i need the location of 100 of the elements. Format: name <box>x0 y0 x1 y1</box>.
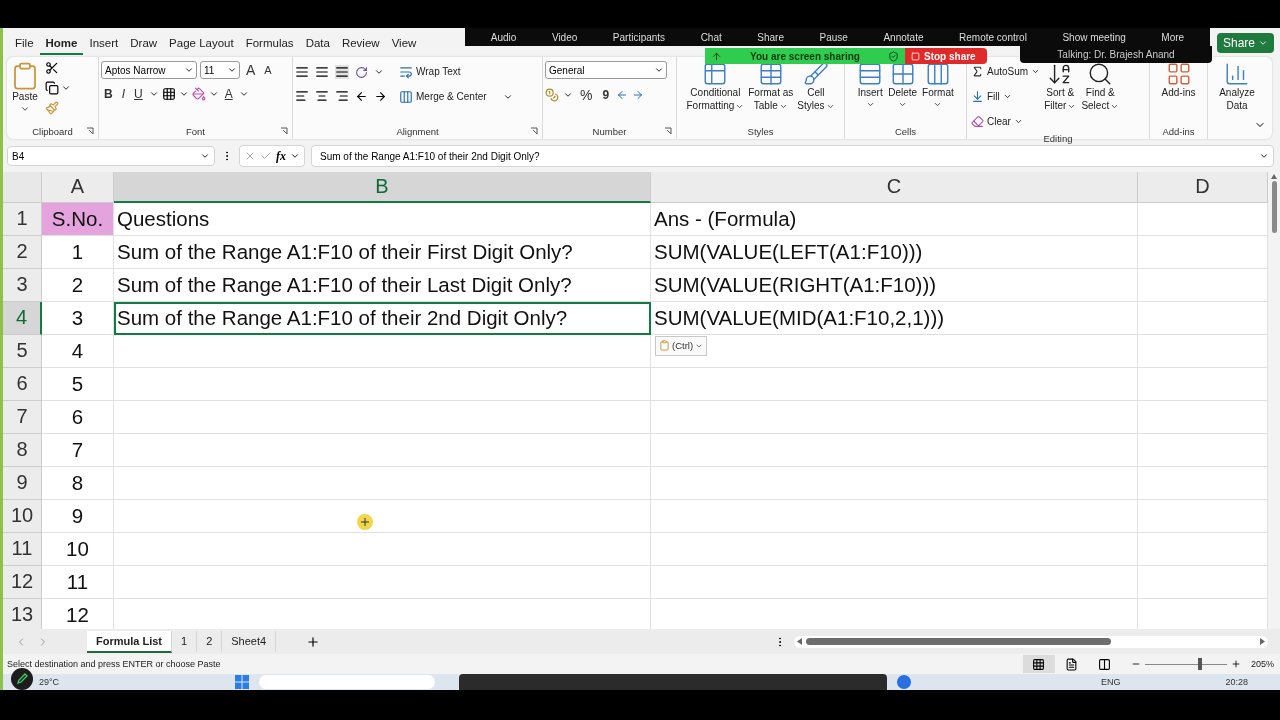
table-cell[interactable] <box>651 466 1138 500</box>
meeting-control[interactable]: Show meeting <box>1062 31 1126 43</box>
table-cell[interactable] <box>114 400 651 434</box>
table-cell[interactable]: 11 <box>42 565 114 599</box>
table-cell[interactable]: 7 <box>42 433 114 467</box>
grow-font-button[interactable]: A <box>243 62 259 79</box>
merge-icon[interactable] <box>399 89 413 104</box>
menu-tab[interactable]: Draw <box>124 30 164 55</box>
slider-thumb[interactable] <box>1197 658 1202 671</box>
zoom-percentage[interactable]: 205% <box>1250 659 1274 670</box>
table-cell[interactable] <box>114 433 651 467</box>
edit-icon[interactable] <box>11 668 33 690</box>
orientation-icon[interactable] <box>355 65 368 79</box>
meeting-control[interactable]: Pause <box>819 31 848 43</box>
menu-tab[interactable]: File <box>9 30 40 55</box>
zoom-in-icon[interactable] <box>1230 659 1241 670</box>
meeting-control[interactable]: Participants <box>612 31 666 43</box>
table-cell[interactable] <box>651 532 1138 566</box>
paste-options-button[interactable]: (Ctrl) <box>655 335 708 356</box>
add-sheet-icon[interactable] <box>306 634 321 649</box>
editing-button[interactable]: AutoSum <box>969 61 1031 83</box>
number-format-select[interactable]: General <box>545 61 667 80</box>
table-cell[interactable]: 9 <box>42 499 114 533</box>
table-cell[interactable] <box>114 466 651 500</box>
meeting-control[interactable]: Share <box>757 31 784 43</box>
row-header[interactable]: 13 <box>3 598 42 629</box>
eraser-icon[interactable] <box>971 115 984 129</box>
scroll-thumb[interactable] <box>1271 180 1277 233</box>
decimal-arrow-icon[interactable] <box>616 89 629 102</box>
scissors-icon[interactable] <box>45 61 59 76</box>
borders-icon[interactable] <box>161 87 176 102</box>
table-cell[interactable]: SUM(VALUE(MID(A1:F10,2,1))) <box>651 301 1138 335</box>
align-left-icon[interactable] <box>295 89 309 104</box>
meeting-control[interactable]: Annotate <box>883 31 924 43</box>
column-header[interactable]: B <box>114 171 651 203</box>
sheet-tab[interactable]: Sheet4 <box>222 630 277 653</box>
table-cell[interactable]: Ans - (Formula) <box>651 202 1138 236</box>
name-box[interactable]: B4 <box>7 146 215 167</box>
app-icon[interactable] <box>897 675 912 689</box>
font-color-button[interactable]: A <box>221 87 236 102</box>
column-header[interactable]: D <box>1138 171 1268 203</box>
style-button[interactable]: Conditional Formatting <box>685 61 746 113</box>
clipboard-icon[interactable] <box>659 340 670 352</box>
editing-button[interactable]: Find & Select <box>1080 61 1121 113</box>
dialog-launcher-icon[interactable] <box>530 127 538 136</box>
wrap-text-icon[interactable] <box>399 64 413 79</box>
decrease-indent-icon[interactable] <box>355 89 368 103</box>
arrow-down-icon[interactable] <box>971 90 984 104</box>
table-cell[interactable]: 10 <box>42 532 114 566</box>
language-indicator[interactable]: ENG <box>1101 677 1121 687</box>
clock-text[interactable]: 20:28 <box>1225 677 1248 687</box>
menu-tab[interactable]: Home <box>39 30 84 55</box>
meeting-control[interactable]: Video <box>551 31 578 43</box>
table-cell[interactable] <box>651 400 1138 434</box>
share-button[interactable]: Share <box>1216 32 1274 53</box>
row-header[interactable]: 4 <box>3 301 42 335</box>
add-ins-button[interactable]: Add-ins <box>1160 61 1197 100</box>
menu-tab[interactable]: Data <box>299 30 336 55</box>
lines-icon[interactable] <box>315 65 329 80</box>
row-header[interactable]: 6 <box>3 367 42 401</box>
table-cell[interactable] <box>651 367 1138 401</box>
table-cell[interactable]: SUM(VALUE(RIGHT(A1:F10))) <box>651 268 1138 302</box>
underline-button[interactable]: U <box>131 87 146 102</box>
dialog-launcher-icon[interactable] <box>664 127 672 136</box>
row-header[interactable]: 2 <box>3 235 42 269</box>
menu-tab[interactable]: Formulas <box>239 30 300 55</box>
shrink-font-button[interactable]: A <box>261 64 275 77</box>
table-cell[interactable] <box>651 499 1138 533</box>
editing-button[interactable]: Fill <box>969 86 1002 108</box>
table-cell[interactable] <box>114 334 651 368</box>
table-cell[interactable]: 4 <box>42 334 114 368</box>
stop-share-button[interactable]: Stop share <box>905 48 987 64</box>
sigma-icon[interactable] <box>971 65 984 79</box>
meeting-control[interactable]: More <box>1161 31 1185 43</box>
menu-tab[interactable]: Insert <box>83 30 125 55</box>
lines-icon[interactable] <box>335 65 349 80</box>
style-button[interactable]: Cell Styles <box>796 61 836 113</box>
lines-icon[interactable] <box>295 65 309 80</box>
column-header[interactable]: A <box>42 171 114 203</box>
font-size-select[interactable]: 11 <box>200 61 240 80</box>
table-cell[interactable]: Sum of the Range A1:F10 of their 2nd Digit Only? <box>114 301 651 335</box>
merge-center-button[interactable]: Merge & Center <box>397 86 489 108</box>
table-cell[interactable]: 1 <box>42 235 114 269</box>
menu-tab[interactable]: View <box>385 30 423 55</box>
table-cell[interactable]: 2 <box>42 268 114 302</box>
cells-button[interactable]: Format <box>921 61 955 109</box>
table-cell[interactable]: Sum of the Range A1:F10 of their First Digit Only? <box>114 235 651 269</box>
meeting-control[interactable]: Chat <box>700 31 722 43</box>
table-cell[interactable] <box>651 433 1138 467</box>
menu-tab[interactable]: Page Layout <box>163 30 240 55</box>
cells-button[interactable]: Delete <box>887 61 919 109</box>
italic-button[interactable]: I <box>118 87 128 102</box>
row-header[interactable]: 3 <box>3 268 42 302</box>
align-right-icon[interactable] <box>335 89 349 104</box>
row-header[interactable]: 1 <box>3 202 42 236</box>
bold-button[interactable]: B <box>101 87 116 102</box>
table-cell[interactable]: SUM(VALUE(LEFT(A1:F10))) <box>651 235 1138 269</box>
align-center-icon[interactable] <box>315 89 329 104</box>
table-cell[interactable]: 6 <box>42 400 114 434</box>
row-header[interactable]: 9 <box>3 466 42 500</box>
